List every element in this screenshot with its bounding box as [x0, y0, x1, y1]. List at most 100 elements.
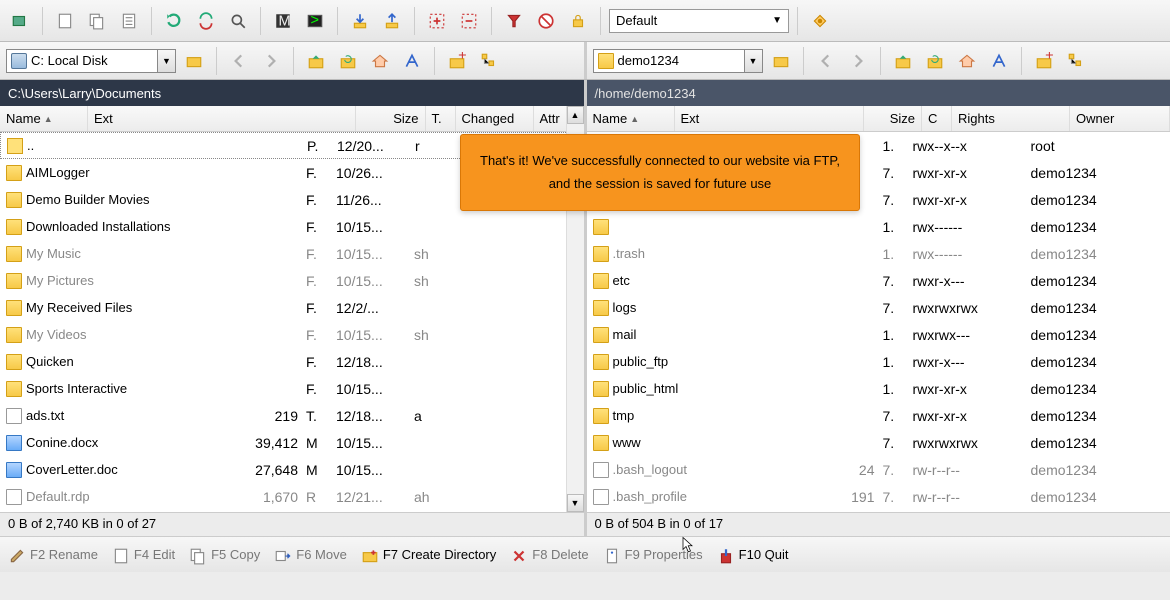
- search-icon[interactable]: [224, 7, 252, 35]
- scroll-down-icon[interactable]: ▼: [567, 494, 584, 512]
- file-changed: 10/15...: [332, 379, 410, 399]
- profile-dropdown[interactable]: Default ▼: [609, 9, 789, 33]
- btn-1[interactable]: [6, 7, 34, 35]
- table-row[interactable]: etc 7. rwxr-x--- demo1234: [587, 267, 1170, 294]
- table-row[interactable]: CoverLetter.doc 27,648 M 10/15...: [0, 456, 584, 483]
- refresh-dir-icon[interactable]: [334, 47, 362, 75]
- bookmark-add-icon-r[interactable]: +: [1030, 47, 1058, 75]
- reload-icon[interactable]: [160, 7, 188, 35]
- fkey-f4[interactable]: F4 Edit: [112, 547, 175, 563]
- btn-4[interactable]: [115, 7, 143, 35]
- home-icon[interactable]: [366, 47, 394, 75]
- forward-icon[interactable]: [257, 47, 285, 75]
- table-row[interactable]: ads.txt 219 T. 12/18... a: [0, 402, 584, 429]
- col-c[interactable]: C: [922, 106, 952, 131]
- root-icon-r[interactable]: [985, 47, 1013, 75]
- table-row[interactable]: DemoWolf 37,888 F. 10/30...: [0, 510, 584, 512]
- file-name: Conine.docx: [26, 435, 98, 450]
- file-changed: 12/21...: [332, 487, 410, 507]
- col-rights[interactable]: Rights: [952, 106, 1070, 131]
- table-row[interactable]: My Received Files F. 12/2/...: [0, 294, 584, 321]
- table-row[interactable]: logs 7. rwxrwxrwx demo1234: [587, 294, 1170, 321]
- folder-icon: [6, 165, 22, 181]
- left-path[interactable]: C:\Users\Larry\Documents: [0, 80, 587, 106]
- forward-icon-r[interactable]: [844, 47, 872, 75]
- editor-icon[interactable]: MON: [269, 7, 297, 35]
- download-icon[interactable]: [346, 7, 374, 35]
- sync-icon[interactable]: [192, 7, 220, 35]
- table-row[interactable]: Quicken F. 12/18...: [0, 348, 584, 375]
- up-dir-icon-r[interactable]: [889, 47, 917, 75]
- folder-icon: [6, 219, 22, 235]
- col-name[interactable]: Name▲: [0, 106, 88, 131]
- nav-row: C: Local Disk ▼ + demo1234 ▼ +: [0, 42, 1170, 80]
- folder-icon: [593, 246, 609, 262]
- file-name: logs: [613, 300, 637, 315]
- console-icon[interactable]: >: [301, 7, 329, 35]
- lock-icon[interactable]: [564, 7, 592, 35]
- wizard-icon[interactable]: [806, 7, 834, 35]
- fkey-f10[interactable]: F10 Quit: [717, 547, 789, 563]
- file-name: Default.rdp: [26, 489, 90, 504]
- table-row[interactable]: My Music F. 10/15... sh: [0, 240, 584, 267]
- fkey-f6[interactable]: F6 Move: [274, 547, 347, 563]
- table-row[interactable]: .bash_logout 24 7. rw-r--r-- demo1234: [587, 456, 1170, 483]
- btn-2[interactable]: [51, 7, 79, 35]
- col-ext[interactable]: Ext: [88, 106, 356, 131]
- folder-icon: [6, 246, 22, 262]
- table-row[interactable]: My Videos F. 10/15... sh: [0, 321, 584, 348]
- scroll-up-icon[interactable]: ▲: [567, 106, 584, 124]
- col-t[interactable]: T.: [426, 106, 456, 131]
- tree-icon-r[interactable]: [1062, 47, 1090, 75]
- fkey-f5[interactable]: F5 Copy: [189, 547, 260, 563]
- home-icon-r[interactable]: [953, 47, 981, 75]
- table-row[interactable]: www 7. rwxrwxrwx demo1234: [587, 429, 1170, 456]
- right-path[interactable]: /home/demo1234: [587, 80, 1170, 106]
- table-row[interactable]: .bashrc 124 7. rw-r--r-- demo1234: [587, 510, 1170, 512]
- back-icon[interactable]: [225, 47, 253, 75]
- file-rights: rwxr-x---: [909, 352, 1027, 372]
- back-icon-r[interactable]: [812, 47, 840, 75]
- fkey-f7[interactable]: F7 Create Directory: [361, 547, 496, 563]
- table-row[interactable]: .trash 1. rwx------ demo1234: [587, 240, 1170, 267]
- up-dir-icon[interactable]: [302, 47, 330, 75]
- file-c: 1.: [879, 244, 909, 264]
- fkey-f2[interactable]: F2 Rename: [8, 547, 98, 563]
- table-row[interactable]: Conine.docx 39,412 M 10/15...: [0, 429, 584, 456]
- root-icon[interactable]: [398, 47, 426, 75]
- table-row[interactable]: tmp 7. rwxr-xr-x demo1234: [587, 402, 1170, 429]
- upload-icon[interactable]: [378, 7, 406, 35]
- left-disk-combo[interactable]: C: Local Disk ▼: [6, 49, 176, 73]
- right-disk-combo[interactable]: demo1234 ▼: [593, 49, 763, 73]
- col-ext-r[interactable]: Ext: [675, 106, 865, 131]
- minus-icon[interactable]: [455, 7, 483, 35]
- stop-icon[interactable]: [532, 7, 560, 35]
- table-row[interactable]: Default.rdp 1,670 R 12/21... ah: [0, 483, 584, 510]
- path-row: C:\Users\Larry\Documents /home/demo1234: [0, 80, 1170, 106]
- table-row[interactable]: public_html 1. rwxr-xr-x demo1234: [587, 375, 1170, 402]
- table-row[interactable]: .bash_profile 191 7. rw-r--r-- demo1234: [587, 483, 1170, 510]
- file-attr: a: [410, 406, 460, 426]
- table-row[interactable]: public_ftp 1. rwxr-x--- demo1234: [587, 348, 1170, 375]
- table-row[interactable]: Sports Interactive F. 10/15...: [0, 375, 584, 402]
- explore-icon[interactable]: [180, 47, 208, 75]
- col-owner[interactable]: Owner: [1070, 106, 1170, 131]
- col-changed[interactable]: Changed: [456, 106, 534, 131]
- folder-icon: [593, 219, 609, 235]
- table-row[interactable]: Downloaded Installations F. 10/15...: [0, 213, 584, 240]
- refresh-dir-icon-r[interactable]: [921, 47, 949, 75]
- bookmark-add-icon[interactable]: +: [443, 47, 471, 75]
- filter-icon[interactable]: [500, 7, 528, 35]
- col-name-r[interactable]: Name▲: [587, 106, 675, 131]
- col-size-r[interactable]: Size: [864, 106, 922, 131]
- col-size[interactable]: Size: [356, 106, 426, 131]
- file-changed: 12/20...: [333, 136, 411, 156]
- plus-icon[interactable]: [423, 7, 451, 35]
- btn-3[interactable]: [83, 7, 111, 35]
- tree-icon[interactable]: [475, 47, 503, 75]
- table-row[interactable]: 1. rwx------ demo1234: [587, 213, 1170, 240]
- explore-icon-r[interactable]: [767, 47, 795, 75]
- fkey-f8[interactable]: F8 Delete: [510, 547, 588, 563]
- table-row[interactable]: mail 1. rwxrwx--- demo1234: [587, 321, 1170, 348]
- table-row[interactable]: My Pictures F. 10/15... sh: [0, 267, 584, 294]
